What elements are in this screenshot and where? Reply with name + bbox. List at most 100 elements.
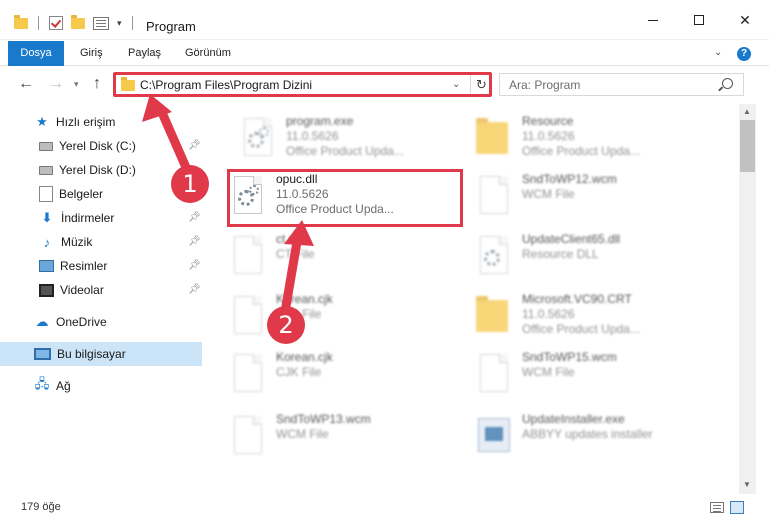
file-icon bbox=[230, 296, 266, 336]
address-path[interactable]: C:\Program Files\Program Dizini bbox=[140, 78, 312, 92]
sidebar-item-videos[interactable]: Videolar 📌︎ bbox=[0, 278, 202, 302]
close-button[interactable]: ✕ bbox=[722, 0, 768, 40]
file-name: Korean.cjk bbox=[276, 350, 333, 364]
large-icons-view-icon[interactable] bbox=[730, 501, 744, 514]
refresh-icon[interactable]: ↻ bbox=[470, 74, 492, 95]
list-item[interactable]: Korean.cjk CJK File bbox=[212, 348, 452, 396]
list-item[interactable]: SndToWP15.wcm WCM File bbox=[458, 348, 698, 396]
properties-icon[interactable] bbox=[93, 16, 109, 30]
video-icon bbox=[39, 283, 54, 297]
list-item-opuc-dll[interactable]: opuc.dll 11.0.5626 Office Product Upda..… bbox=[212, 170, 452, 218]
search-box[interactable]: Ara: Program bbox=[499, 73, 744, 96]
tab-file[interactable]: Dosya bbox=[8, 41, 64, 66]
file-description: Office Product Upda... bbox=[522, 144, 640, 158]
file-name: SndToWP13.wcm bbox=[276, 412, 371, 426]
scroll-down-icon[interactable]: ▼ bbox=[743, 480, 751, 489]
sidebar-item-pictures[interactable]: Resimler 📌︎ bbox=[0, 254, 202, 278]
vertical-scrollbar[interactable]: ▲ ▼ bbox=[739, 104, 756, 494]
new-folder-icon[interactable] bbox=[71, 14, 85, 29]
sidebar-item-onedrive[interactable]: ☁ OneDrive bbox=[0, 310, 202, 334]
file-name: Microsoft.VC90.CRT bbox=[522, 292, 632, 306]
details-view-icon[interactable] bbox=[710, 502, 724, 513]
tab-view[interactable]: Görünüm bbox=[177, 41, 239, 66]
file-version: 11.0.5626 bbox=[522, 307, 575, 321]
sidebar-item-network[interactable]: 🖧︎ Ağ bbox=[0, 374, 202, 398]
minimize-icon bbox=[648, 19, 658, 21]
file-type: WCM File bbox=[522, 187, 575, 201]
list-item[interactable]: ct.nls CT File bbox=[212, 230, 452, 278]
file-icon bbox=[230, 354, 266, 394]
scroll-up-icon[interactable]: ▲ bbox=[743, 107, 751, 116]
sidebar-item-downloads[interactable]: ⬇ İndirmeler 📌︎ bbox=[0, 206, 202, 230]
status-bar: 179 öğe bbox=[0, 494, 769, 529]
sidebar-item-label: Videolar bbox=[60, 283, 104, 297]
drive-icon bbox=[39, 141, 53, 151]
up-arrow-icon[interactable]: ↑ bbox=[93, 75, 101, 93]
sidebar-item-label: Yerel Disk (D:) bbox=[59, 163, 136, 177]
file-name: UpdateClient65.dll bbox=[522, 232, 621, 246]
step-1-badge: 1 bbox=[171, 165, 209, 203]
computer-icon bbox=[34, 348, 51, 360]
list-item[interactable]: SndToWP12.wcm WCM File bbox=[458, 170, 698, 218]
file-icon bbox=[230, 416, 266, 456]
folder-icon bbox=[14, 14, 28, 29]
tab-share[interactable]: Paylaş bbox=[120, 41, 169, 66]
sidebar-item-disk-c[interactable]: Yerel Disk (C:) 📌︎ bbox=[0, 134, 202, 158]
cloud-icon: ☁ bbox=[35, 314, 49, 329]
file-type: WCM File bbox=[522, 365, 575, 379]
list-item[interactable]: Resource 11.0.5626 Office Product Upda..… bbox=[458, 112, 698, 160]
list-item[interactable]: program.exe 11.0.5626 Office Product Upd… bbox=[222, 112, 462, 160]
file-icon bbox=[230, 236, 266, 276]
file-icon bbox=[476, 354, 512, 394]
file-name: UpdateInstaller.exe bbox=[522, 412, 625, 426]
address-bar[interactable]: C:\Program Files\Program Dizini ⌄ ↻ bbox=[114, 73, 492, 96]
customize-dropdown-icon[interactable]: ▾ bbox=[117, 18, 122, 29]
sidebar-item-label: Bu bilgisayar bbox=[57, 347, 126, 361]
help-icon[interactable]: ? bbox=[737, 47, 751, 61]
properties-check-icon[interactable] bbox=[49, 16, 63, 30]
pin-icon: 📌︎ bbox=[188, 284, 201, 295]
file-name: program.exe bbox=[286, 114, 354, 128]
list-item[interactable]: UpdateClient65.dll Resource DLL bbox=[458, 230, 698, 278]
file-list: program.exe 11.0.5626 Office Product Upd… bbox=[212, 104, 739, 494]
file-name: opuc.dll bbox=[276, 172, 318, 186]
dll-file-icon bbox=[476, 236, 512, 276]
step-2-badge: 2 bbox=[267, 306, 305, 344]
music-icon: ♪ bbox=[43, 234, 51, 250]
back-arrow-icon[interactable]: ← bbox=[18, 75, 34, 93]
sidebar-item-label: Müzik bbox=[61, 235, 93, 249]
address-dropdown-icon[interactable]: ⌄ bbox=[452, 79, 460, 90]
folder-icon bbox=[476, 296, 512, 336]
file-type: ABBYY updates installer bbox=[522, 427, 653, 441]
list-item[interactable]: Korean.cjk CJK File bbox=[212, 290, 452, 338]
close-icon: ✕ bbox=[739, 11, 751, 28]
item-count: 179 öğe bbox=[21, 501, 61, 513]
list-item[interactable]: Microsoft.VC90.CRT 11.0.5626 Office Prod… bbox=[458, 290, 698, 338]
sidebar-item-label: Resimler bbox=[60, 259, 108, 273]
sidebar-item-quick-access[interactable]: ★ Hızlı erişim bbox=[0, 110, 202, 134]
tab-home[interactable]: Giriş bbox=[72, 41, 111, 66]
maximize-button[interactable] bbox=[676, 0, 722, 40]
expand-ribbon-chevron-icon[interactable]: ⌄ bbox=[714, 47, 722, 58]
search-placeholder[interactable]: Ara: Program bbox=[509, 78, 580, 92]
search-icon[interactable] bbox=[722, 78, 733, 89]
file-description: Office Product Upda... bbox=[522, 322, 640, 336]
list-item[interactable]: SndToWP13.wcm WCM File bbox=[212, 410, 452, 458]
file-type: CJK File bbox=[276, 365, 322, 379]
recent-locations-icon[interactable]: ▾ bbox=[74, 79, 79, 90]
minimize-button[interactable] bbox=[630, 0, 676, 40]
scroll-thumb[interactable] bbox=[740, 120, 755, 172]
navigation-pane: ★ Hızlı erişim Yerel Disk (C:) 📌︎ Yerel … bbox=[0, 104, 202, 494]
download-icon: ⬇ bbox=[41, 210, 53, 225]
file-version: 11.0.5626 bbox=[286, 129, 339, 143]
sidebar-item-label: Belgeler bbox=[59, 187, 104, 201]
list-item[interactable]: UpdateInstaller.exe ABBYY updates instal… bbox=[458, 410, 698, 458]
file-type: Resource DLL bbox=[522, 247, 599, 261]
forward-arrow-icon[interactable]: → bbox=[48, 75, 64, 93]
sidebar-item-music[interactable]: ♪ Müzik 📌︎ bbox=[0, 230, 202, 254]
file-description: Office Product Upda... bbox=[276, 202, 394, 216]
file-icon bbox=[476, 176, 512, 216]
quick-access-toolbar: ▾ bbox=[14, 14, 135, 30]
sidebar-item-this-pc[interactable]: Bu bilgisayar bbox=[0, 342, 202, 366]
file-name: SndToWP15.wcm bbox=[522, 350, 617, 364]
